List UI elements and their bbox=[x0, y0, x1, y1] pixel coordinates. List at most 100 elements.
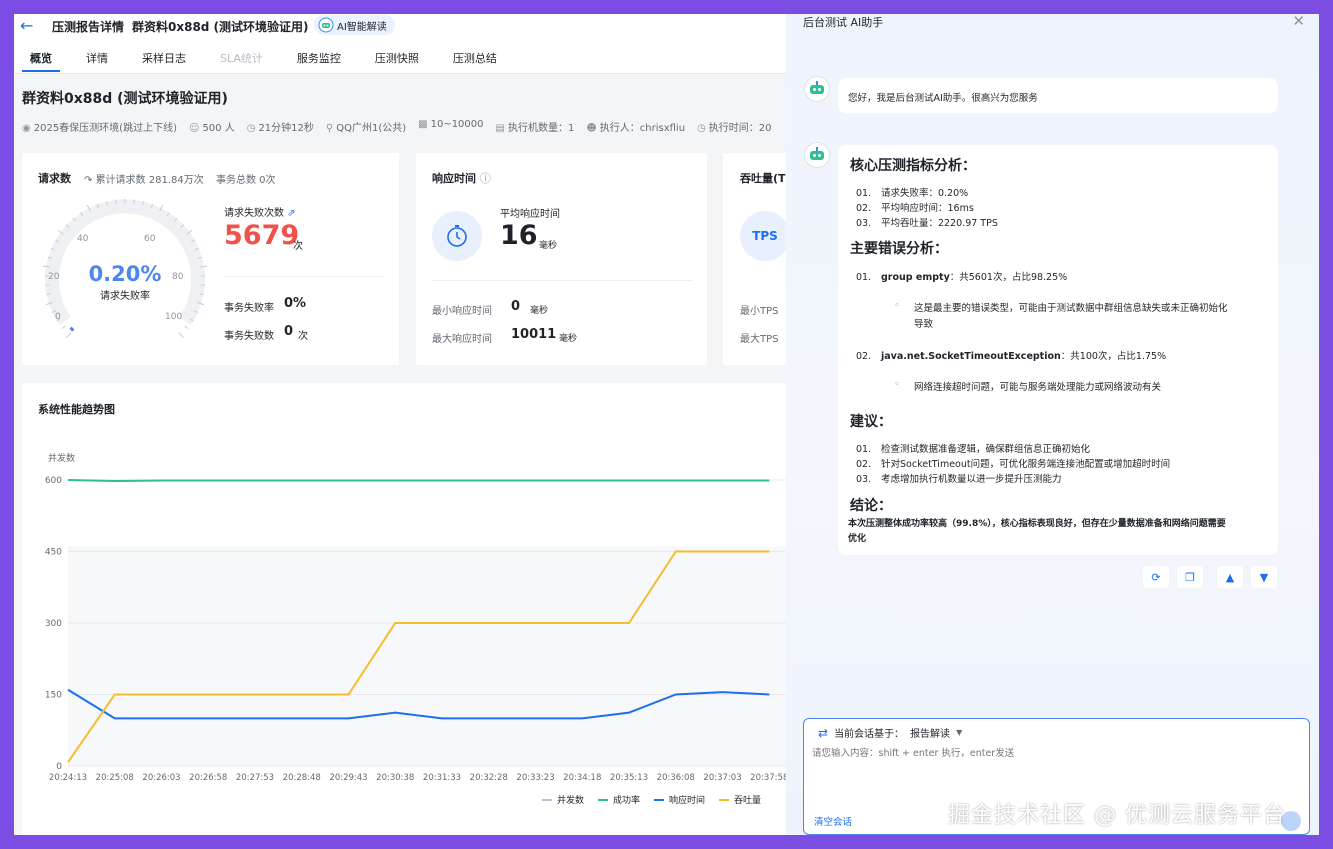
ramp-icon: ▩ bbox=[418, 119, 428, 130]
chevron-down-icon: ▼ bbox=[956, 728, 963, 737]
trend-chart: 并发数 0 150 300 450 600 20:24:13 20:25:08 20:26:03… bbox=[45, 452, 786, 783]
app-window: ← 压测报告详情 群资料0x88d (测试环境验证用) AI智能解读 概览 详情… bbox=[14, 14, 1319, 835]
legend-throughput[interactable]: 吞吐量 bbox=[719, 793, 761, 806]
throughput-card: 吞吐量(T TPS 最小TPS 最大TPS bbox=[723, 153, 786, 365]
gauge-tick-mark bbox=[184, 325, 189, 329]
gauge-tick-40: 40 bbox=[77, 234, 89, 244]
copy-button[interactable]: ❐ bbox=[1177, 566, 1203, 588]
tab-snapshot[interactable]: 压测快照 bbox=[367, 50, 427, 72]
tab-details[interactable]: 详情 bbox=[78, 50, 116, 72]
tab-summary[interactable]: 压测总结 bbox=[445, 50, 505, 72]
error-detail-cont: 导致 bbox=[914, 319, 934, 330]
tx-fail-count: 0 bbox=[284, 324, 294, 339]
error-item: 01. group empty：共5601次，占比98.25% bbox=[856, 272, 1068, 283]
meta-range: ▩ 10~10000 bbox=[418, 119, 484, 130]
thumbs-down-icon: ▼ bbox=[1259, 570, 1269, 584]
x-tick-label: 20:36:08 bbox=[657, 773, 695, 783]
legend-concurrency[interactable]: 并发数 bbox=[542, 793, 584, 806]
tps-icon: TPS bbox=[740, 211, 786, 261]
back-button[interactable]: ← bbox=[20, 16, 33, 35]
heading-errors: 主要错误分析： bbox=[850, 241, 948, 257]
total-requests: ↷ 累计请求数 281.84万次 bbox=[84, 175, 204, 186]
like-button[interactable]: ▲ bbox=[1217, 566, 1243, 588]
server-icon: ▤ bbox=[495, 123, 505, 134]
min-response-unit: 毫秒 bbox=[530, 306, 549, 316]
x-tick-label: 20:26:03 bbox=[142, 773, 180, 783]
regenerate-button[interactable]: ⟳ bbox=[1143, 566, 1169, 588]
suggestion-item: 03. 考虑增加执行机数量以进一步提升压测能力 bbox=[856, 474, 1062, 485]
refresh-icon: ⟳ bbox=[1151, 570, 1161, 584]
divider bbox=[432, 280, 692, 281]
close-icon[interactable]: ✕ bbox=[1292, 14, 1305, 30]
gauge-label: 请求失败率 bbox=[100, 289, 150, 302]
x-tick-label: 20:35:13 bbox=[610, 773, 648, 783]
conclusion-text: 本次压测整体成功率较高（99.8%），核心指标表现良好，但存在少量数据准备和网络… bbox=[848, 519, 1226, 529]
report-name: 群资料0x88d (测试环境验证用) bbox=[132, 20, 309, 34]
legend-success-rate[interactable]: 成功率 bbox=[598, 793, 640, 806]
heading-suggestions: 建议： bbox=[850, 414, 892, 430]
x-tick-label: 20:24:13 bbox=[49, 773, 87, 783]
heading-conclusion: 结论： bbox=[850, 498, 892, 514]
stopwatch-icon bbox=[432, 211, 482, 261]
external-link-icon: ⇗ bbox=[287, 208, 296, 219]
core-item: 01. 请求失败率：0.20% bbox=[856, 188, 969, 199]
info-icon[interactable]: ⓘ bbox=[480, 172, 491, 185]
fail-unit: 次 bbox=[293, 241, 303, 252]
tx-fail-rate-label: 事务失败率 bbox=[224, 303, 274, 314]
max-response-label: 最大响应时间 bbox=[432, 334, 492, 345]
tx-fail-rate: 0% bbox=[284, 296, 307, 311]
user-icon: ☻ bbox=[586, 123, 597, 134]
x-tick-label: 20:30:38 bbox=[376, 773, 414, 783]
ai-interpret-button[interactable]: AI智能解读 bbox=[314, 15, 395, 35]
bullet: ◦ bbox=[894, 300, 900, 311]
avg-response-value: 16 bbox=[500, 220, 538, 251]
min-response-label: 最小响应时间 bbox=[432, 306, 492, 317]
gauge-tick-60: 60 bbox=[144, 234, 156, 244]
error-detail: 网络连接超时问题，可能与服务端处理能力或网络波动有关 bbox=[914, 382, 1162, 393]
bot-avatar bbox=[804, 142, 830, 168]
tab-sample-log[interactable]: 采样日志 bbox=[134, 50, 194, 72]
y-tick-label: 300 bbox=[45, 619, 62, 629]
avg-response-unit: 毫秒 bbox=[539, 241, 558, 251]
tab-service-monitor[interactable]: 服务监控 bbox=[289, 50, 349, 72]
y-tick-label: 150 bbox=[45, 691, 62, 701]
tab-sla[interactable]: SLA统计 bbox=[212, 50, 271, 72]
total-transactions: 事务总数 0次 bbox=[216, 175, 276, 186]
x-tick-label: 20:37:03 bbox=[703, 773, 741, 783]
analysis-bubble: 核心压测指标分析： 01. 请求失败率：0.20% 02. 平均响应时间：16ms … bbox=[838, 145, 1278, 555]
chat-input[interactable] bbox=[812, 745, 1300, 805]
greeting-bubble: 您好，我是后台测试AI助手。很高兴为您服务 bbox=[838, 78, 1278, 113]
tx-fail-unit: 次 bbox=[298, 331, 308, 342]
x-tick-label: 20:27:53 bbox=[236, 773, 274, 783]
meta-duration: ◷ 21分钟12秒 bbox=[246, 123, 314, 134]
tab-overview[interactable]: 概览 bbox=[22, 50, 60, 72]
thumbs-up-icon: ▲ bbox=[1225, 570, 1235, 584]
core-item: 03. 平均吞吐量：2220.97 TPS bbox=[856, 218, 998, 229]
gauge-tick-20: 20 bbox=[48, 272, 60, 282]
time-icon: ◷ bbox=[697, 123, 706, 134]
fail-count-label[interactable]: 请求失败次数 ⇗ bbox=[224, 204, 296, 219]
conclusion-text-cont: 优化 bbox=[848, 534, 867, 544]
heading-core: 核心压测指标分析： bbox=[850, 158, 976, 174]
dislike-button[interactable]: ▼ bbox=[1251, 566, 1277, 588]
response-title: 响应时间 ⓘ bbox=[432, 172, 491, 185]
gauge-value: 0.20% bbox=[89, 262, 162, 286]
x-tick-label: 20:31:33 bbox=[423, 773, 461, 783]
series-line bbox=[67, 479, 770, 482]
robot-icon bbox=[810, 147, 824, 160]
max-response-value: 10011 bbox=[511, 327, 557, 342]
location-icon: ⚲ bbox=[325, 123, 334, 134]
avg-response-label: 平均响应时间 bbox=[500, 209, 560, 220]
requests-card: 请求数 ↷ 累计请求数 281.84万次 事务总数 0次 0 20 40 60 … bbox=[22, 153, 399, 365]
legend-response-time[interactable]: 响应时间 bbox=[654, 793, 705, 806]
gauge-tick-0: 0 bbox=[55, 312, 61, 322]
suggestion-item: 02. 针对SocketTimeout问题，可优化服务端连接池配置或增加超时时间 bbox=[856, 459, 1171, 470]
min-tps-label: 最小TPS bbox=[740, 306, 779, 317]
meta-machines: ▤ 执行机数量：1 bbox=[495, 123, 575, 134]
clear-session-link[interactable]: 清空会话 bbox=[814, 814, 852, 828]
context-selector[interactable]: ⇄ 当前会话基于： 报告解读 ▼ bbox=[818, 725, 963, 741]
meta-row: ◉ 2025春保压测环境(跳过上下线) ☺ 500 人 ◷ 21分钟12秒 ⚲ QQ广州… bbox=[22, 119, 772, 134]
ai-assistant-panel: 后台测试 AI助手 ✕ 您好，我是后台测试AI助手。很高兴为您服务 核心压测指标… bbox=[786, 14, 1319, 835]
bullet: ◦ bbox=[894, 379, 900, 390]
copy-icon: ❐ bbox=[1185, 570, 1195, 584]
